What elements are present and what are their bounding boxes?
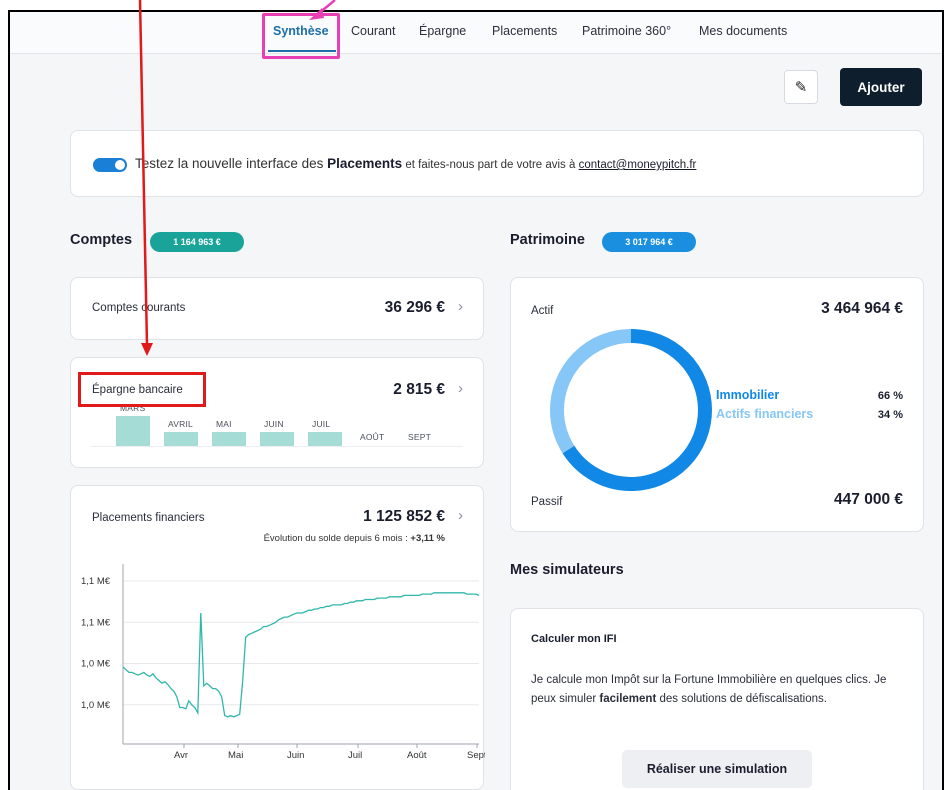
tab-highlight-annotation bbox=[262, 13, 340, 59]
contact-email-link[interactable]: contact@moneypitch.fr bbox=[579, 159, 697, 171]
epargne-month-label: AVRIL bbox=[168, 418, 193, 429]
tab-patrimoine-360[interactable]: Patrimoine 360° bbox=[582, 24, 671, 38]
epargne-month-label: JUIN bbox=[264, 418, 284, 429]
add-button[interactable]: Ajouter bbox=[840, 68, 922, 106]
legend-immobilier: Immobilier bbox=[716, 388, 780, 402]
bar-baseline bbox=[91, 446, 463, 447]
chevron-right-icon: › bbox=[458, 298, 463, 315]
x-tick-label: Avr bbox=[174, 750, 188, 761]
passif-label: Passif bbox=[531, 496, 563, 508]
legend-immobilier-pct: 66 % bbox=[877, 390, 903, 402]
epargne-bar bbox=[116, 415, 150, 446]
edit-button[interactable]: ✎ bbox=[784, 70, 818, 104]
simulateurs-title: Mes simulateurs bbox=[510, 562, 624, 578]
simulateur-ifi-description: Je calcule mon Impôt sur la Fortune Immo… bbox=[531, 674, 887, 705]
x-tick-label: Juin bbox=[287, 750, 304, 761]
patrimoine-total-badge: 3 017 964 € bbox=[602, 232, 696, 252]
chevron-right-icon: › bbox=[458, 380, 463, 397]
epargne-month-label: AOÛT bbox=[360, 432, 385, 442]
legend-actifs-financiers: Actifs financiers bbox=[716, 407, 814, 421]
actif-amount: 3 464 964 € bbox=[821, 300, 903, 317]
actif-label: Actif bbox=[531, 305, 554, 317]
epargne-bar bbox=[164, 431, 198, 446]
epargne-bancaire-amount: 2 815 € bbox=[393, 381, 445, 398]
epargne-bar bbox=[260, 431, 294, 446]
app-frame: Synthèse Courant Épargne Placements Patr… bbox=[8, 10, 944, 790]
epargne-month-label: SEPT bbox=[408, 432, 432, 442]
placements-financiers-card[interactable]: Placements financiers 1 125 852 € › Évol… bbox=[70, 485, 485, 790]
realiser-simulation-button[interactable]: Réaliser une simulation bbox=[622, 750, 812, 788]
y-tick-label: 1,0 M€ bbox=[81, 659, 111, 670]
epargne-highlight-annotation bbox=[78, 372, 206, 407]
epargne-month-label: MAI bbox=[216, 418, 232, 429]
epargne-bar bbox=[308, 431, 342, 446]
comptes-title: Comptes bbox=[70, 232, 133, 248]
banner-text: Testez la nouvelle interface des Placeme… bbox=[135, 156, 697, 171]
balance-series-line bbox=[122, 592, 480, 718]
comptes-courants-card[interactable]: Comptes courants 36 296 € › bbox=[70, 277, 484, 340]
tab-epargne[interactable]: Épargne bbox=[419, 24, 466, 38]
comptes-courants-amount: 36 296 € bbox=[384, 299, 445, 316]
top-navigation: Synthèse Courant Épargne Placements Patr… bbox=[10, 12, 942, 54]
x-tick-label: Sept bbox=[467, 750, 485, 761]
epargne-bar bbox=[212, 431, 246, 446]
x-tick-label: Août bbox=[407, 750, 427, 761]
pencil-icon: ✎ bbox=[794, 79, 808, 96]
comptes-courants-label: Comptes courants bbox=[92, 302, 186, 314]
tab-mes-documents[interactable]: Mes documents bbox=[699, 24, 787, 38]
tab-placements[interactable]: Placements bbox=[492, 24, 557, 38]
patrimoine-title: Patrimoine bbox=[510, 232, 585, 248]
y-tick-label: 1,1 M€ bbox=[81, 576, 111, 587]
y-tick-label: 1,0 M€ bbox=[81, 700, 111, 711]
epargne-month-label: JUIL bbox=[312, 418, 331, 429]
passif-amount: 447 000 € bbox=[834, 491, 903, 508]
patrimoine-card[interactable]: Actif 3 464 964 € Immobilier 66 % Actifs… bbox=[510, 277, 924, 532]
patrimoine-donut-chart bbox=[550, 329, 712, 491]
x-tick-label: Juil bbox=[348, 750, 362, 761]
simulateur-ifi-title: Calculer mon IFI bbox=[531, 633, 617, 645]
feedback-banner: Testez la nouvelle interface des Placeme… bbox=[70, 130, 924, 197]
legend-actifs-financiers-pct: 34 % bbox=[877, 409, 903, 421]
tab-courant[interactable]: Courant bbox=[351, 24, 395, 38]
x-tick-label: Mai bbox=[228, 750, 243, 761]
comptes-total-badge: 1 164 963 € bbox=[150, 232, 244, 252]
balance-line-chart: 1,1 M€ 1,1 M€ 1,0 M€ 1,0 M€ Avr Mai Juin Juil Ao… bbox=[81, 564, 485, 761]
y-tick-label: 1,1 M€ bbox=[81, 617, 111, 628]
new-interface-toggle[interactable] bbox=[93, 158, 127, 172]
